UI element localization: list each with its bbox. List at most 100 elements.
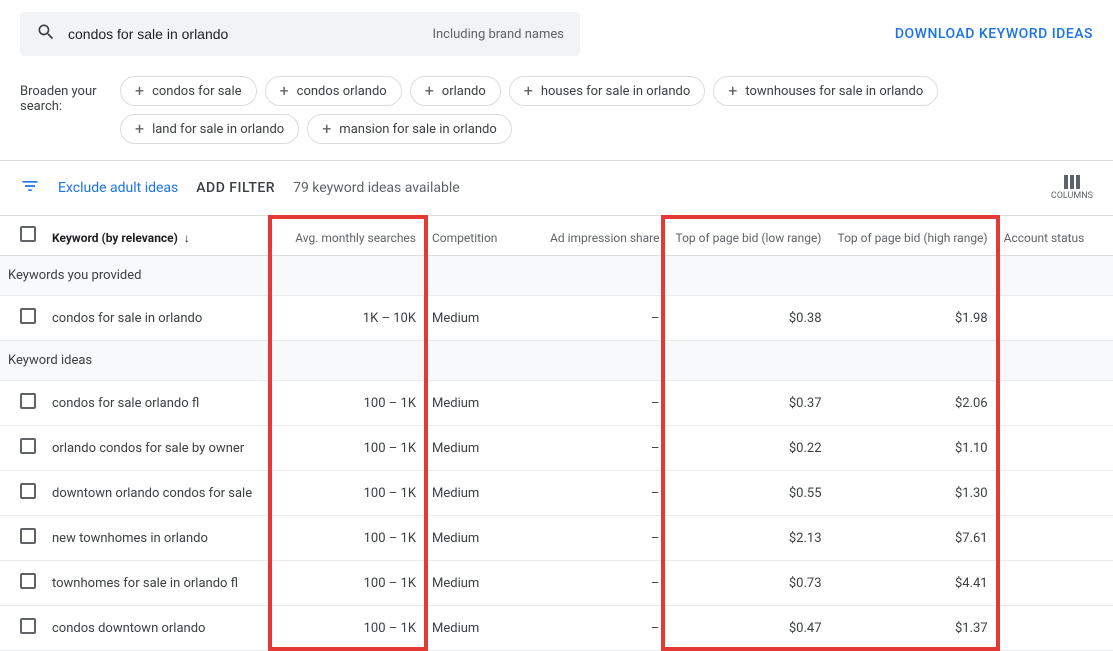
broaden-chip[interactable]: +houses for sale in orlando bbox=[509, 76, 706, 106]
download-keyword-ideas-link[interactable]: DOWNLOAD KEYWORD IDEAS bbox=[895, 26, 1093, 42]
plus-icon: + bbox=[322, 121, 331, 137]
col-competition[interactable]: Competition bbox=[424, 216, 542, 256]
cell-searches: 100 – 1K bbox=[274, 471, 424, 516]
row-checkbox[interactable] bbox=[20, 438, 36, 454]
cell-account-status bbox=[996, 561, 1113, 606]
cell-searches: 100 – 1K bbox=[274, 381, 424, 426]
col-account-status[interactable]: Account status bbox=[996, 216, 1113, 256]
ideas-count: 79 keyword ideas available bbox=[293, 180, 460, 196]
broaden-chip[interactable]: + townhouses for sale in orlando bbox=[713, 76, 938, 106]
cell-searches: 1K – 10K bbox=[274, 296, 424, 341]
broaden-chips: +condos for sale+condos orlando+orlando+… bbox=[120, 76, 1093, 144]
cell-low-bid: $0.38 bbox=[667, 296, 829, 341]
cell-impression: – bbox=[542, 516, 667, 561]
plus-icon: + bbox=[524, 83, 533, 99]
cell-high-bid: $1.37 bbox=[830, 606, 996, 651]
row-checkbox[interactable] bbox=[20, 618, 36, 634]
search-input[interactable] bbox=[68, 26, 416, 42]
select-all-checkbox[interactable] bbox=[20, 226, 36, 242]
col-impression[interactable]: Ad impression share bbox=[542, 216, 667, 256]
cell-competition: Medium bbox=[424, 516, 542, 561]
cell-high-bid: $1.98 bbox=[830, 296, 996, 341]
plus-icon: + bbox=[280, 83, 289, 99]
cell-low-bid: $2.13 bbox=[667, 516, 829, 561]
cell-impression: – bbox=[542, 426, 667, 471]
cell-high-bid: $4.41 bbox=[830, 561, 996, 606]
cell-low-bid: $0.22 bbox=[667, 426, 829, 471]
cell-searches: 100 – 1K bbox=[274, 516, 424, 561]
columns-label: COLUMNS bbox=[1051, 191, 1093, 201]
cell-keyword: new townhomes in orlando bbox=[44, 516, 274, 561]
plus-icon: + bbox=[425, 83, 434, 99]
broaden-chip[interactable]: + land for sale in orlando bbox=[120, 114, 299, 144]
cell-low-bid: $0.73 bbox=[667, 561, 829, 606]
row-checkbox[interactable] bbox=[20, 393, 36, 409]
search-icon bbox=[36, 22, 68, 46]
col-low-bid[interactable]: Top of page bid (low range) bbox=[667, 216, 829, 256]
chip-label: orlando bbox=[442, 84, 486, 99]
chip-label: condos for sale bbox=[152, 84, 241, 99]
table-row: downtown orlando condos for sale100 – 1K… bbox=[0, 471, 1113, 516]
cell-high-bid: $2.06 bbox=[830, 381, 996, 426]
cell-keyword: condos for sale orlando fl bbox=[44, 381, 274, 426]
add-filter-button[interactable]: ADD FILTER bbox=[196, 180, 275, 196]
row-checkbox[interactable] bbox=[20, 483, 36, 499]
cell-high-bid: $1.10 bbox=[830, 426, 996, 471]
cell-account-status bbox=[996, 381, 1113, 426]
table-row: condos downtown orlando100 – 1KMedium–$0… bbox=[0, 606, 1113, 651]
cell-impression: – bbox=[542, 296, 667, 341]
chip-label: land for sale in orlando bbox=[152, 122, 284, 137]
plus-icon: + bbox=[135, 121, 144, 137]
cell-impression: – bbox=[542, 381, 667, 426]
exclude-adult-ideas-link[interactable]: Exclude adult ideas bbox=[58, 180, 178, 196]
cell-impression: – bbox=[542, 561, 667, 606]
search-box[interactable]: Including brand names bbox=[20, 12, 580, 56]
cell-low-bid: $0.47 bbox=[667, 606, 829, 651]
chip-label: condos orlando bbox=[297, 84, 387, 99]
cell-impression: – bbox=[542, 471, 667, 516]
chip-label: townhouses for sale in orlando bbox=[745, 84, 923, 99]
table-row: condos for sale orlando fl100 – 1KMedium… bbox=[0, 381, 1113, 426]
cell-high-bid: $1.30 bbox=[830, 471, 996, 516]
table-row: orlando condos for sale by owner100 – 1K… bbox=[0, 426, 1113, 471]
broaden-chip[interactable]: + orlando bbox=[410, 76, 501, 106]
columns-icon bbox=[1064, 175, 1080, 189]
columns-button[interactable]: COLUMNS bbox=[1051, 175, 1093, 201]
broaden-chip[interactable]: + condos orlando bbox=[265, 76, 402, 106]
cell-account-status bbox=[996, 471, 1113, 516]
cell-competition: Medium bbox=[424, 606, 542, 651]
cell-account-status bbox=[996, 606, 1113, 651]
table-row: new townhomes in orlando100 – 1KMedium–$… bbox=[0, 516, 1113, 561]
chip-label: mansion for sale in orlando bbox=[339, 122, 497, 137]
cell-impression: – bbox=[542, 606, 667, 651]
cell-competition: Medium bbox=[424, 426, 542, 471]
cell-keyword: condos for sale in orlando bbox=[44, 296, 274, 341]
cell-competition: Medium bbox=[424, 561, 542, 606]
brand-names-toggle[interactable]: Including brand names bbox=[416, 27, 564, 42]
cell-keyword: townhomes for sale in orlando fl bbox=[44, 561, 274, 606]
section-header-row: Keyword ideas bbox=[0, 341, 1113, 381]
col-searches[interactable]: Avg. monthly searches bbox=[274, 216, 424, 256]
row-checkbox[interactable] bbox=[20, 528, 36, 544]
cell-competition: Medium bbox=[424, 381, 542, 426]
col-keyword[interactable]: Keyword (by relevance)↓ bbox=[44, 216, 274, 256]
cell-searches: 100 – 1K bbox=[274, 426, 424, 471]
plus-icon: + bbox=[728, 83, 737, 99]
cell-keyword: orlando condos for sale by owner bbox=[44, 426, 274, 471]
row-checkbox[interactable] bbox=[20, 573, 36, 589]
cell-competition: Medium bbox=[424, 471, 542, 516]
cell-account-status bbox=[996, 426, 1113, 471]
broaden-label: Broaden your search: bbox=[20, 76, 120, 114]
plus-icon: + bbox=[135, 83, 144, 99]
cell-low-bid: $0.55 bbox=[667, 471, 829, 516]
col-high-bid[interactable]: Top of page bid (high range) bbox=[830, 216, 996, 256]
cell-searches: 100 – 1K bbox=[274, 606, 424, 651]
broaden-chip[interactable]: + condos for sale bbox=[120, 76, 257, 106]
row-checkbox[interactable] bbox=[20, 308, 36, 324]
cell-account-status bbox=[996, 296, 1113, 341]
broaden-chip[interactable]: + mansion for sale in orlando bbox=[307, 114, 512, 144]
table-row: condos for sale in orlando1K – 10KMedium… bbox=[0, 296, 1113, 341]
filter-icon[interactable] bbox=[20, 176, 40, 200]
cell-low-bid: $0.37 bbox=[667, 381, 829, 426]
keyword-table: Keyword (by relevance)↓ Avg. monthly sea… bbox=[0, 215, 1113, 651]
